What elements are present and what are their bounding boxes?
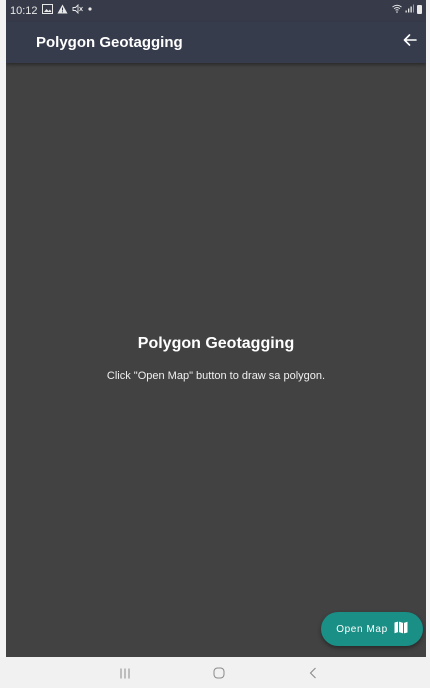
map-icon [394, 621, 408, 637]
empty-state-title: Polygon Geotagging [137, 335, 295, 352]
signal-icon [405, 4, 414, 15]
app-screen: 10:12 Polygon Geotagging Polygon Geotagg… [6, 0, 426, 657]
warning-icon [57, 4, 68, 17]
app-title: Polygon Geotagging [36, 34, 183, 51]
status-bar: 10:12 [6, 0, 426, 22]
device-frame: 10:12 Polygon Geotagging Polygon Geotagg… [0, 0, 430, 688]
photo-icon [41, 4, 53, 17]
system-nav-bar [0, 657, 430, 688]
status-right [392, 4, 422, 15]
dot-icon [87, 4, 93, 17]
empty-state: Polygon Geotagging Click "Open Map" butt… [6, 335, 426, 382]
back-button[interactable] [398, 30, 422, 54]
empty-state-message: Click "Open Map" button to draw sa polyg… [106, 370, 326, 382]
app-bar: Polygon Geotagging [6, 22, 426, 63]
battery-icon [417, 5, 422, 14]
open-map-button[interactable]: Open Map [321, 612, 423, 646]
wifi-icon [392, 4, 402, 15]
open-map-label: Open Map [336, 623, 388, 635]
recent-apps-icon[interactable] [110, 663, 140, 683]
status-left: 10:12 [10, 3, 93, 17]
arrow-left-icon [403, 33, 417, 51]
status-time: 10:12 [10, 4, 38, 17]
home-icon[interactable] [204, 663, 234, 683]
mute-icon [72, 3, 83, 17]
back-icon[interactable] [298, 663, 328, 683]
